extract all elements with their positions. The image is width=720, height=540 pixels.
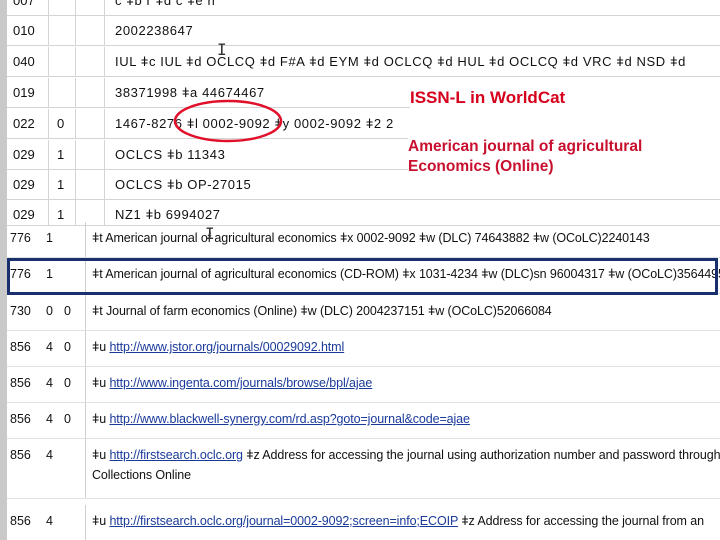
- indicator-2: 0: [64, 304, 71, 318]
- indicator-2: [64, 439, 84, 499]
- firstsearch-journal-link[interactable]: http://firstsearch.oclc.org/journal=0002…: [109, 514, 458, 528]
- field-value: c ǂb r ǂd c ǂe n: [115, 0, 216, 8]
- subfield-code: ǂu: [92, 448, 110, 462]
- indicator-2: 0: [64, 376, 71, 390]
- marc-field-row[interactable]: 007 c ǂb r ǂd c ǂe n: [7, 0, 720, 16]
- issn-l-ellipse: [173, 99, 283, 143]
- subfield-code: ǂu: [92, 340, 110, 354]
- field-tag: 007: [7, 0, 49, 16]
- blackwell-link[interactable]: http://www.blackwell-synergy.com/rd.asp?…: [109, 412, 470, 426]
- subfield-note: ǂz Address for accessing the journal fro…: [457, 514, 704, 528]
- field-value: ǂu http://www.ingenta.com/journals/brows…: [85, 367, 720, 403]
- field-value: ǂt American journal of agricultural econ…: [92, 231, 650, 245]
- text-cursor-icon: I: [205, 224, 215, 243]
- marc-record-view: 007 c ǂb r ǂd c ǂe n 010 2002238647 040 …: [0, 0, 720, 540]
- indicator-2: 0: [64, 412, 71, 426]
- marc-field-row[interactable]: 730 0 0 ǂt Journal of farm economics (On…: [7, 295, 720, 331]
- field-tag: 022: [7, 109, 49, 139]
- issn-l-callout: ISSN-L in WorldCat: [410, 86, 720, 110]
- indicator-2: [64, 222, 84, 258]
- field-value: ǂt Journal of farm economics (Online) ǂw…: [92, 304, 552, 318]
- marc-field-row[interactable]: 856 4 0 ǂu http://www.blackwell-synergy.…: [7, 403, 720, 439]
- indicator-1: 4: [46, 340, 53, 354]
- field-value: IUL ǂc IUL ǂd OCLCQ ǂd F#A ǂd EYM ǂd OCL…: [115, 54, 687, 69]
- subfield-code: ǂu: [92, 376, 110, 390]
- firstsearch-link[interactable]: http://firstsearch.oclc.org: [109, 448, 243, 462]
- field-tag: 029: [7, 170, 49, 200]
- ingenta-link[interactable]: http://www.ingenta.com/journals/browse/b…: [109, 376, 372, 390]
- title-callout: American journal of agricultural Economi…: [408, 137, 720, 177]
- field-tag: 730: [10, 304, 31, 318]
- indicator-1: 4: [46, 448, 53, 462]
- field-value: ǂu http://www.jstor.org/journals/0002909…: [85, 331, 720, 367]
- indicator-2: [76, 16, 105, 46]
- subfield-code: ǂu: [92, 412, 110, 426]
- marc-field-row[interactable]: 010 2002238647: [7, 16, 720, 46]
- subfield-note: ǂz Address for accessing the journal usi…: [242, 448, 720, 462]
- indicator-2: [76, 109, 105, 139]
- marc-field-row[interactable]: 856 4 ǂu http://firstsearch.oclc.org/jou…: [7, 505, 720, 540]
- indicator-1: 4: [46, 376, 53, 390]
- indicator-1: [49, 78, 76, 108]
- indicator-2: [76, 78, 105, 108]
- indicator-2: [76, 170, 105, 200]
- field-tag: 856: [10, 412, 31, 426]
- highlight-frame: [7, 258, 718, 295]
- indicator-1: 1: [49, 170, 76, 200]
- field-tag: 856: [10, 514, 31, 528]
- field-value: ǂu http://firstsearch.oclc.org/journal=0…: [85, 505, 720, 540]
- left-margin-bar: [0, 0, 7, 540]
- indicator-2: [76, 0, 105, 16]
- indicator-2: [64, 505, 84, 540]
- jstor-link[interactable]: http://www.jstor.org/journals/00029092.h…: [109, 340, 344, 354]
- indicator-2: 0: [64, 340, 71, 354]
- field-value: 2002238647: [115, 23, 194, 38]
- subfield-note-continued: Collections Online: [92, 468, 191, 482]
- indicator-1: [49, 0, 76, 16]
- marc-field-row[interactable]: 040 IUL ǂc IUL ǂd OCLCQ ǂd F#A ǂd EYM ǂd…: [7, 47, 720, 77]
- title-callout-line-1: American journal of agricultural: [408, 138, 643, 155]
- marc-field-row[interactable]: 856 4 ǂu http://firstsearch.oclc.org ǂz …: [7, 439, 720, 499]
- indicator-1: 4: [46, 514, 53, 528]
- field-tag: 029: [7, 140, 49, 170]
- indicator-1: 0: [46, 304, 53, 318]
- field-tag: 019: [7, 78, 49, 108]
- field-tag: 040: [7, 47, 49, 77]
- field-tag: 776: [10, 231, 31, 245]
- marc-field-row[interactable]: 022 0 1467-8276 ǂl 0002-9092 ǂy 0002-909…: [7, 109, 720, 139]
- field-tag: 856: [10, 340, 31, 354]
- field-tag: 856: [10, 448, 31, 462]
- text-cursor-icon: I: [217, 40, 227, 59]
- indicator-1: 4: [46, 412, 53, 426]
- indicator-2: [76, 47, 105, 77]
- title-callout-line-2: Economics (Online): [408, 158, 554, 175]
- indicator-1: 1: [49, 140, 76, 170]
- field-value: ǂu http://firstsearch.oclc.org ǂz Addres…: [85, 439, 720, 499]
- indicator-1: 1: [46, 231, 53, 245]
- marc-field-row[interactable]: 776 1 ǂt American journal of agricultura…: [7, 222, 720, 258]
- marc-field-row[interactable]: 856 4 0 ǂu http://www.jstor.org/journals…: [7, 331, 720, 367]
- field-value: ǂu http://www.blackwell-synergy.com/rd.a…: [85, 403, 720, 439]
- indicator-1: [49, 47, 76, 77]
- subfield-code: ǂu: [92, 514, 110, 528]
- marc-field-row[interactable]: 856 4 0 ǂu http://www.ingenta.com/journa…: [7, 367, 720, 403]
- indicator-1: 0: [49, 109, 76, 139]
- indicator-2: [76, 140, 105, 170]
- indicator-1: [49, 16, 76, 46]
- field-tag: 010: [7, 16, 49, 46]
- field-tag: 856: [10, 376, 31, 390]
